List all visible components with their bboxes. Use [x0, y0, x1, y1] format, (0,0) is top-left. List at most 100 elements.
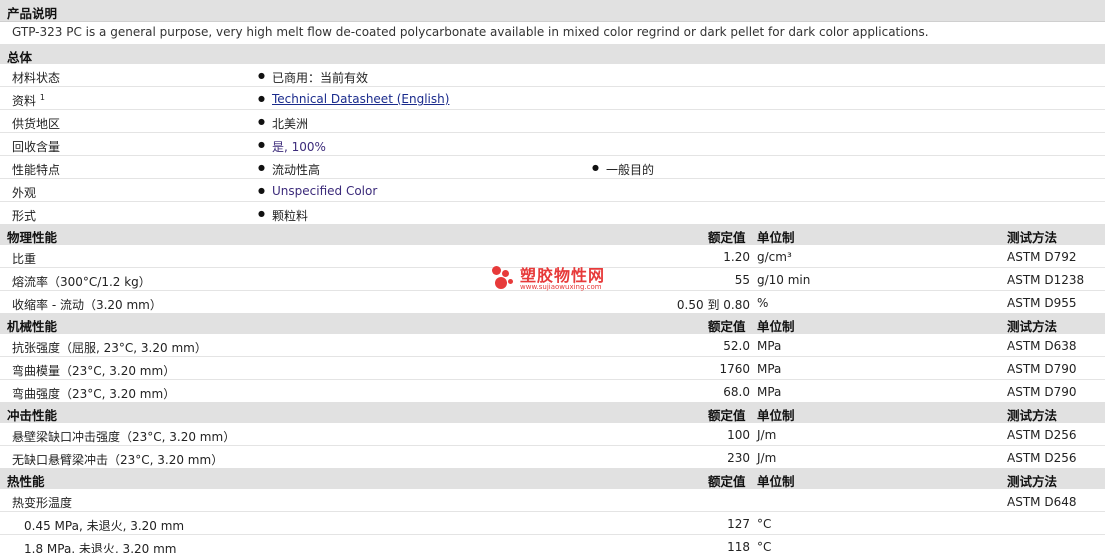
- row-method: ASTM D955: [1007, 296, 1077, 310]
- column-rated: 额定值: [708, 230, 746, 245]
- row-unit: g/cm³: [757, 250, 792, 264]
- watermark-logo-icon: [492, 266, 501, 275]
- general-row-appearance: 外观 Unspecified Color: [0, 179, 1105, 202]
- row-method: ASTM D256: [1007, 428, 1077, 442]
- row-label: 形式: [12, 209, 37, 223]
- row-label: 悬壁梁缺口冲击强度（23°C, 3.20 mm）: [12, 430, 236, 444]
- row-label: 熔流率（300°C/1.2 kg）: [12, 275, 151, 289]
- row-label: 外观: [12, 186, 37, 200]
- row-value: 68.0: [723, 385, 750, 399]
- row-unit: J/m: [757, 451, 777, 465]
- row-value: 颗粒料: [258, 207, 308, 224]
- row-value: 100: [727, 428, 750, 442]
- section-header-physical: 物理性能 额定值 单位制 测试方法: [0, 224, 1105, 246]
- row-value: 是, 100%: [258, 138, 326, 155]
- section-header-thermal: 热性能 额定值 单位制 测试方法: [0, 468, 1105, 490]
- row-label: 收缩率 - 流动（3.20 mm）: [12, 298, 162, 312]
- row-value-2: 一般目的: [592, 161, 654, 178]
- section-title: 冲击性能: [7, 408, 58, 423]
- column-rated: 额定值: [708, 319, 746, 334]
- row-value: 127: [727, 517, 750, 531]
- section-header-impact: 冲击性能 额定值 单位制 测试方法: [0, 402, 1105, 424]
- section-title: 机械性能: [7, 319, 58, 334]
- row-method: ASTM D256: [1007, 451, 1077, 465]
- row-value: 已商用：当前有效: [258, 69, 368, 86]
- row-unit: MPa: [757, 339, 782, 353]
- row-value: 1760: [719, 362, 750, 376]
- column-method: 测试方法: [1007, 474, 1058, 489]
- row-method: ASTM D638: [1007, 339, 1077, 353]
- row-value: 流动性高: [258, 161, 320, 178]
- row-label: 无缺口悬臂梁冲击（23°C, 3.20 mm）: [12, 453, 224, 467]
- watermark-logo-icon: [508, 279, 513, 284]
- product-description-text: GTP-323 PC is a general purpose, very hi…: [12, 25, 929, 39]
- row-value: 1.20: [723, 250, 750, 264]
- row-method: ASTM D1238: [1007, 273, 1085, 287]
- row-unit: °C: [757, 540, 772, 553]
- row-method: ASTM D790: [1007, 362, 1077, 376]
- thermal-row: 热变形温度 ASTM D648: [0, 489, 1105, 512]
- general-row-datasheet: 资料 1 Technical Datasheet (English): [0, 87, 1105, 110]
- watermark-logo-icon: [502, 270, 509, 277]
- general-row-region: 供货地区 北美洲: [0, 110, 1105, 133]
- column-unit: 单位制: [757, 408, 795, 423]
- general-row-status: 材料状态 已商用：当前有效: [0, 64, 1105, 87]
- column-rated: 额定值: [708, 474, 746, 489]
- general-row-form: 形式 颗粒料: [0, 202, 1105, 225]
- row-unit: MPa: [757, 362, 782, 376]
- column-method: 测试方法: [1007, 408, 1058, 423]
- section-title: 产品说明: [7, 6, 58, 21]
- general-row-recycled: 回收含量 是, 100%: [0, 133, 1105, 156]
- row-value: 0.50 到 0.80: [676, 298, 750, 312]
- mechanical-row: 弯曲模量（23°C, 3.20 mm） 1760 MPa ASTM D790: [0, 357, 1105, 380]
- row-label: 材料状态: [12, 71, 61, 85]
- row-label: 供货地区: [12, 117, 61, 131]
- row-label: 比重: [12, 252, 37, 266]
- row-label: 抗张强度（屈服, 23°C, 3.20 mm）: [12, 341, 207, 355]
- row-unit: °C: [757, 517, 772, 531]
- row-unit: MPa: [757, 385, 782, 399]
- row-unit: J/m: [757, 428, 777, 442]
- column-method: 测试方法: [1007, 319, 1058, 334]
- thermal-row: 0.45 MPa, 未退火, 3.20 mm 127 °C: [0, 512, 1105, 535]
- datasheet-link[interactable]: Technical Datasheet (English): [258, 92, 449, 106]
- section-header-mechanical: 机械性能 额定值 单位制 测试方法: [0, 313, 1105, 335]
- impact-row: 无缺口悬臂梁冲击（23°C, 3.20 mm） 230 J/m ASTM D25…: [0, 446, 1105, 469]
- row-label: 性能特点: [12, 163, 61, 177]
- row-value: 118: [727, 540, 750, 553]
- column-method: 测试方法: [1007, 230, 1058, 245]
- row-method: ASTM D648: [1007, 495, 1077, 509]
- impact-row: 悬壁梁缺口冲击强度（23°C, 3.20 mm） 100 J/m ASTM D2…: [0, 423, 1105, 446]
- general-row-features: 性能特点 流动性高 一般目的: [0, 156, 1105, 179]
- column-unit: 单位制: [757, 474, 795, 489]
- section-header-product-description: 产品说明: [0, 0, 1105, 22]
- watermark-logo-icon: [495, 277, 507, 289]
- row-method: ASTM D792: [1007, 250, 1077, 264]
- section-header-general: 总体: [0, 44, 1105, 66]
- row-label: 弯曲模量（23°C, 3.20 mm）: [12, 364, 176, 378]
- mechanical-row: 抗张强度（屈服, 23°C, 3.20 mm） 52.0 MPa ASTM D6…: [0, 334, 1105, 357]
- row-value: 北美洲: [258, 115, 308, 132]
- row-label: 回收含量: [12, 140, 61, 154]
- column-unit: 单位制: [757, 319, 795, 334]
- watermark: 塑胶物性网 www.sujiaowuxing.com: [490, 262, 630, 296]
- mechanical-row: 弯曲强度（23°C, 3.20 mm） 68.0 MPa ASTM D790: [0, 380, 1105, 403]
- row-value: 52.0: [723, 339, 750, 353]
- row-label: 资料 1: [12, 93, 45, 108]
- row-value: Unspecified Color: [258, 184, 377, 198]
- row-value: 230: [727, 451, 750, 465]
- row-unit: g/10 min: [757, 273, 811, 287]
- row-label: 热变形温度: [12, 496, 73, 510]
- row-label: 1.8 MPa, 未退火, 3.20 mm: [24, 542, 177, 553]
- section-title: 热性能: [7, 474, 45, 489]
- row-label: 0.45 MPa, 未退火, 3.20 mm: [24, 519, 185, 533]
- column-unit: 单位制: [757, 230, 795, 245]
- row-label: 弯曲强度（23°C, 3.20 mm）: [12, 387, 176, 401]
- section-title: 物理性能: [7, 230, 58, 245]
- thermal-row: 1.8 MPa, 未退火, 3.20 mm 118 °C: [0, 535, 1105, 553]
- row-value: 55: [734, 273, 750, 287]
- row-unit: %: [757, 296, 769, 310]
- watermark-url: www.sujiaowuxing.com: [520, 283, 602, 291]
- row-method: ASTM D790: [1007, 385, 1077, 399]
- column-rated: 额定值: [708, 408, 746, 423]
